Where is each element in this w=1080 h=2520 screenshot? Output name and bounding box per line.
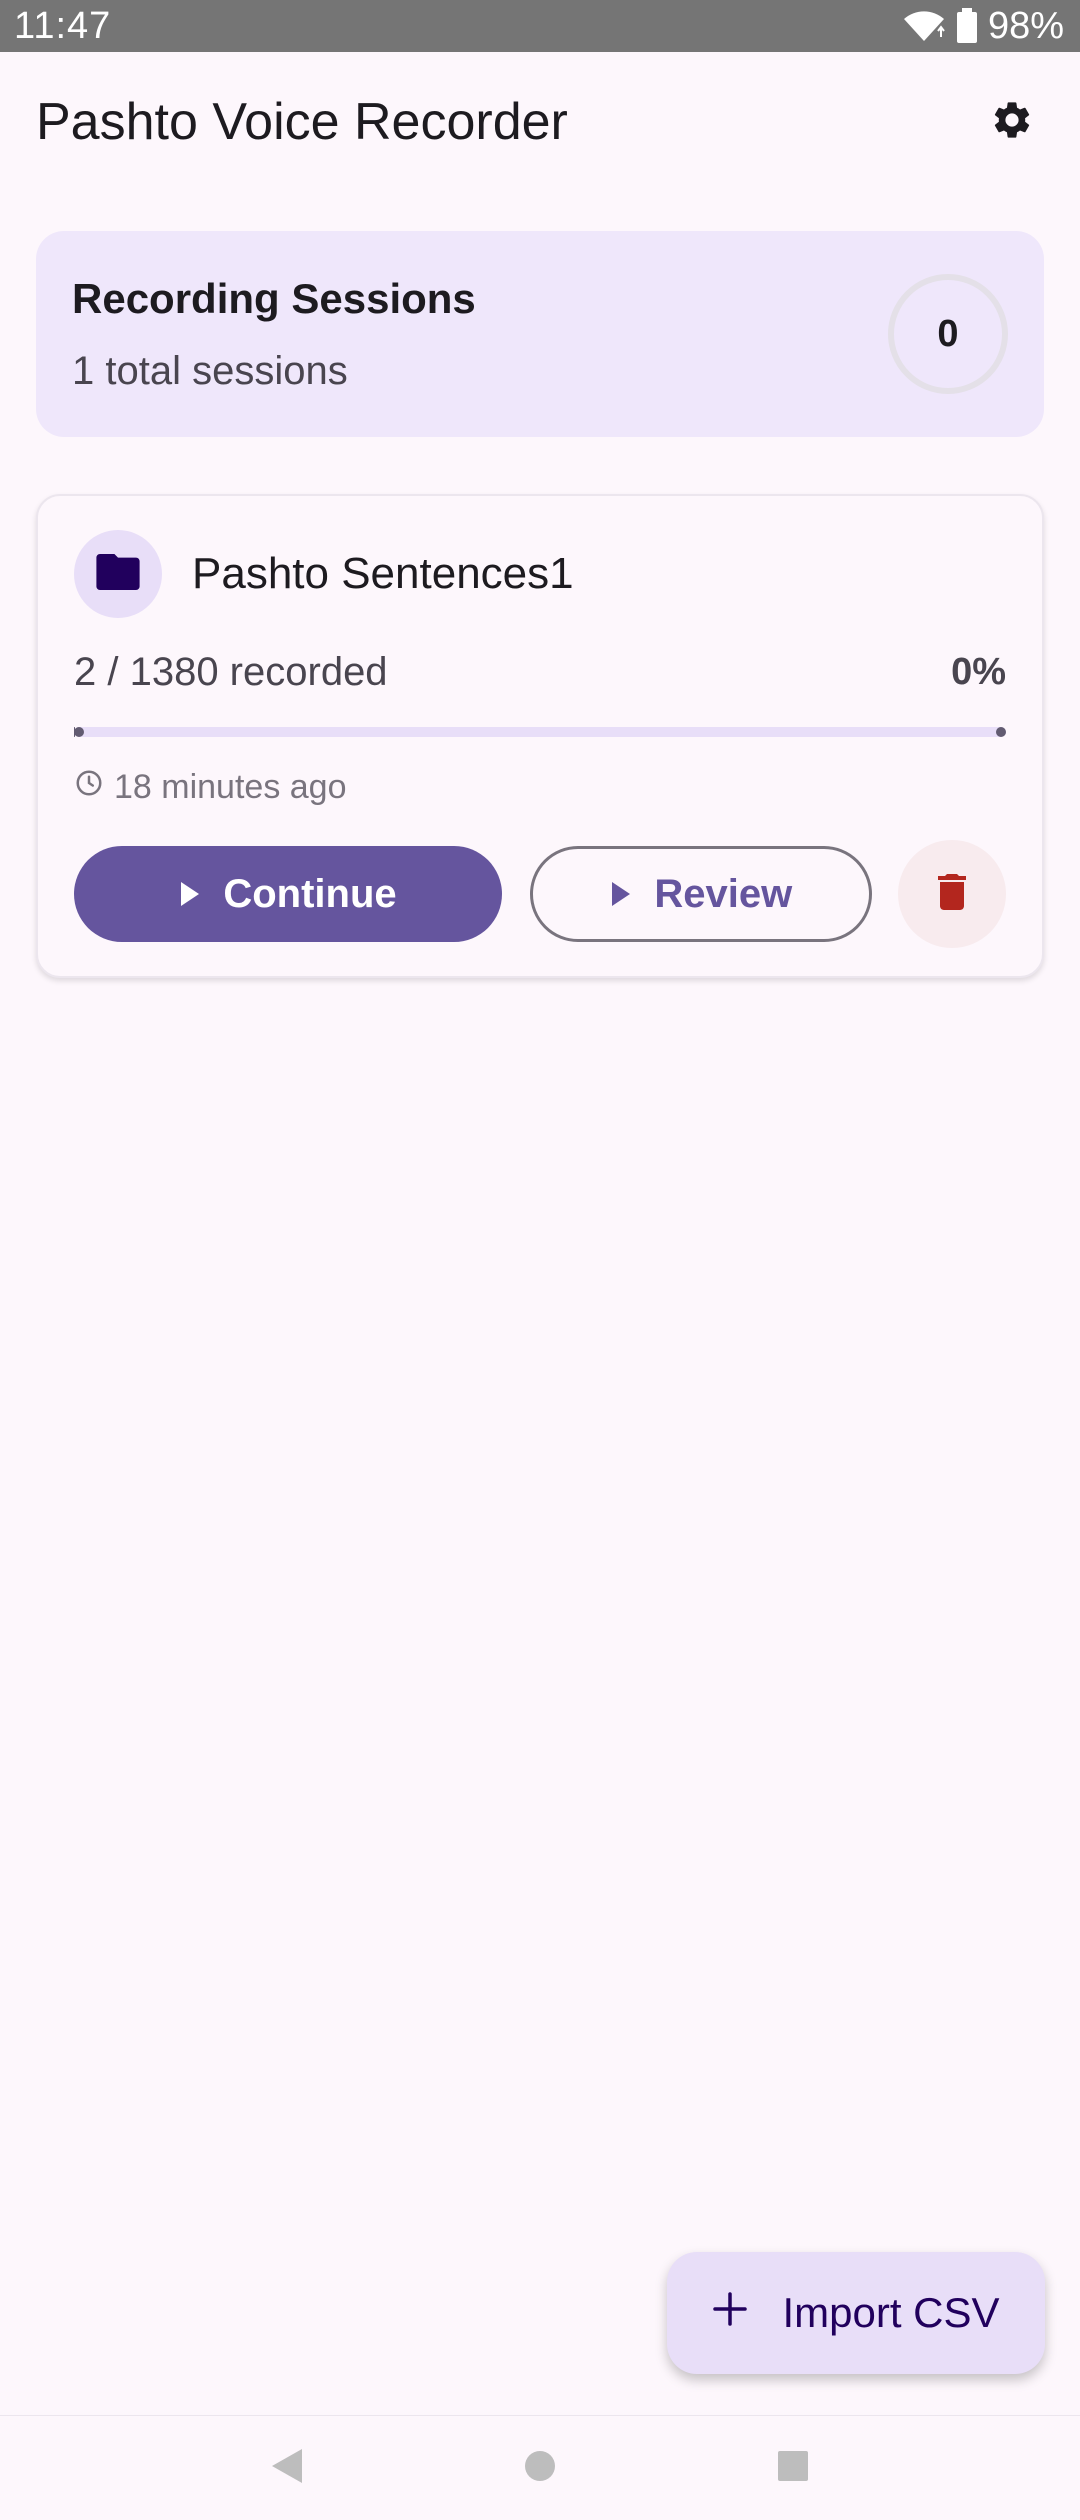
session-name: Pashto Sentences1	[192, 549, 574, 598]
summary-subtitle: 1 total sessions	[72, 349, 348, 393]
status-bar: 11:47 98%	[0, 0, 1080, 52]
recents-button[interactable]	[763, 2438, 823, 2498]
last-updated-row: 18 minutes ago	[74, 768, 347, 807]
clock-icon	[74, 768, 104, 807]
progress-start-dot	[74, 727, 84, 737]
back-icon	[270, 2447, 304, 2490]
progress-end-dot	[996, 727, 1006, 737]
review-button[interactable]: Review	[530, 846, 873, 942]
last-updated-text: 18 minutes ago	[114, 768, 347, 806]
play-icon	[610, 872, 632, 917]
session-progress-row: 2 / 1380 recorded 0%	[74, 650, 1006, 695]
review-label: Review	[654, 871, 793, 916]
summary-title: Recording Sessions	[72, 275, 476, 322]
progress-percent: 0%	[951, 651, 1006, 693]
session-card[interactable]: Pashto Sentences1 2 / 1380 recorded 0% 1…	[36, 494, 1044, 978]
battery-percent: 98%	[987, 4, 1064, 47]
back-button[interactable]	[257, 2438, 317, 2498]
gear-icon	[990, 98, 1034, 147]
system-nav-bar	[0, 2415, 1080, 2520]
status-icons: 98%	[902, 5, 1064, 48]
summary-count: 0	[937, 312, 959, 355]
home-icon	[523, 2449, 557, 2488]
plus-icon	[712, 2289, 748, 2337]
continue-label: Continue	[223, 871, 397, 916]
app-title: Pashto Voice Recorder	[36, 93, 568, 151]
summary-count-ring: 0	[888, 274, 1008, 394]
folder-avatar	[74, 530, 162, 618]
trash-icon	[937, 873, 967, 915]
import-csv-label: Import CSV	[782, 2289, 1000, 2336]
wifi-icon	[902, 9, 946, 43]
sessions-summary-card: Recording Sessions 1 total sessions 0	[36, 231, 1044, 437]
recents-icon	[776, 2449, 810, 2488]
status-time: 11:47	[14, 4, 112, 47]
settings-button[interactable]	[980, 90, 1044, 154]
folder-icon	[96, 553, 140, 595]
top-app-bar: Pashto Voice Recorder	[0, 52, 1080, 192]
progress-text: 2 / 1380 recorded	[74, 650, 388, 694]
delete-button[interactable]	[898, 840, 1006, 948]
session-actions: Continue Review	[74, 840, 1006, 948]
battery-icon	[956, 8, 978, 44]
continue-button[interactable]: Continue	[74, 846, 503, 942]
progress-bar	[74, 727, 1006, 737]
home-button[interactable]	[510, 2438, 570, 2498]
play-icon	[179, 872, 201, 917]
import-csv-fab[interactable]: Import CSV	[667, 2252, 1045, 2374]
session-header: Pashto Sentences1	[74, 530, 574, 618]
